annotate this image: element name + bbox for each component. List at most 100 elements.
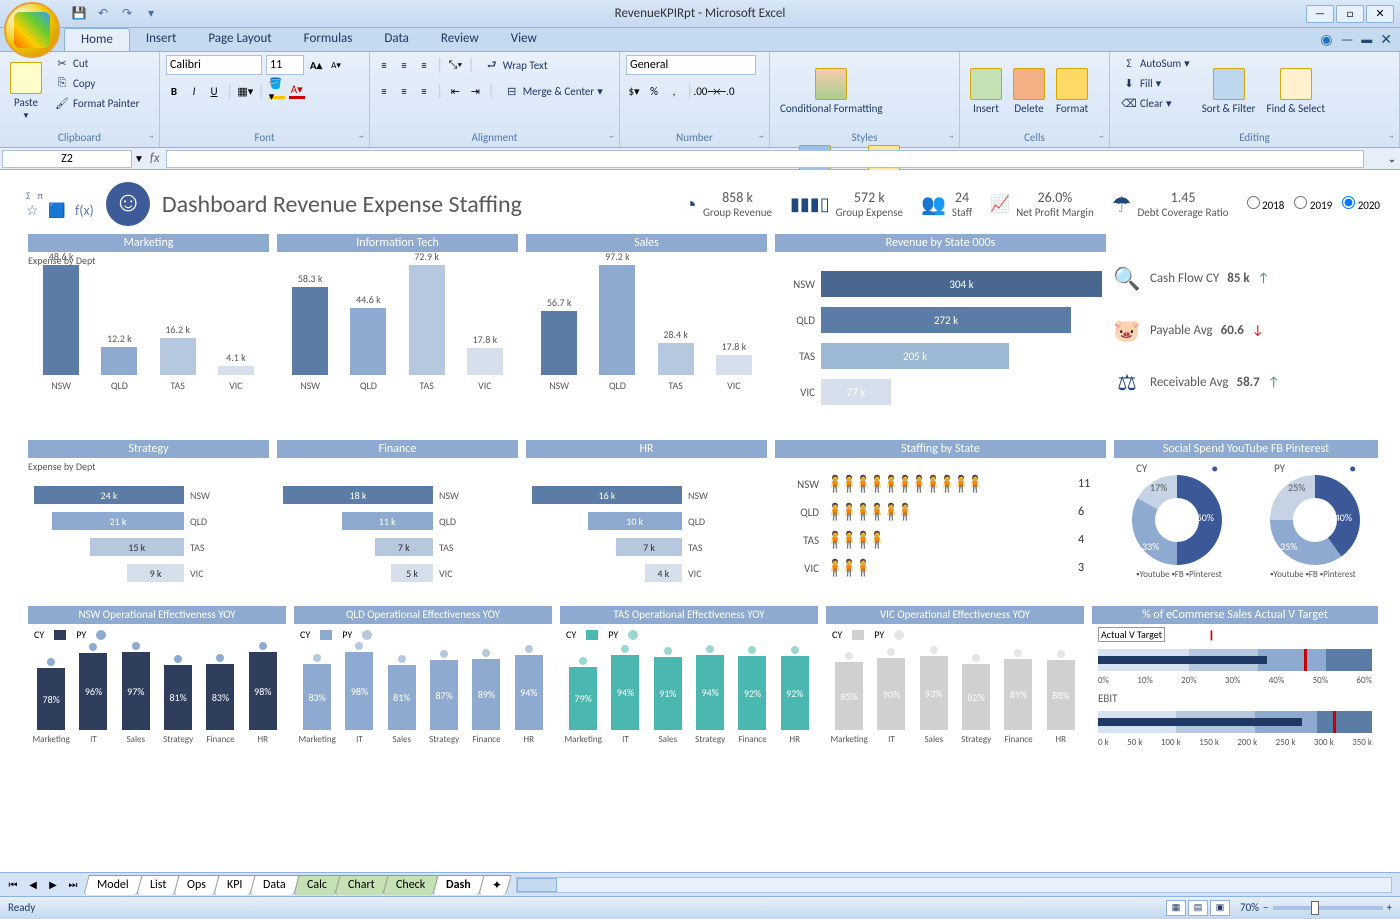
align-left-icon[interactable]: ≡ (376, 83, 392, 99)
orientation-icon[interactable]: ⤡▾ (447, 57, 463, 73)
align-right-icon[interactable]: ≡ (416, 83, 432, 99)
formula-input[interactable] (166, 150, 1364, 168)
horizontal-scrollbar[interactable] (516, 877, 1392, 893)
office-button[interactable] (4, 2, 60, 58)
increase-indent-icon[interactable]: ⇥ (467, 83, 483, 99)
tab-formulas[interactable]: Formulas (288, 28, 369, 51)
decrease-indent-icon[interactable]: ⇤ (447, 83, 463, 99)
tab-pagelayout[interactable]: Page Layout (192, 28, 287, 51)
currency-icon[interactable]: $▾ (626, 83, 642, 99)
paste-button[interactable]: Paste▼ (6, 54, 46, 128)
maximize-button[interactable]: □ (1336, 5, 1364, 23)
merge-center-button[interactable]: ⊟Merge & Center ▾ (499, 82, 608, 100)
chart-sales: Sales 56.7 k NSW 97.2 k QLD 28.4 k TAS 1… (524, 234, 769, 434)
bar: 98% IT (340, 652, 378, 745)
bar: 89% Finance (467, 659, 505, 745)
font-name-combo[interactable] (166, 55, 262, 75)
cut-button[interactable]: ✂Cut (49, 54, 144, 72)
worksheet-area[interactable]: Σ π☆ 🟦 f(x) Dashboard Revenue Expense St… (0, 170, 1400, 872)
increase-decimal-icon[interactable]: .00→ (697, 83, 713, 99)
sheet-tab-dash[interactable]: Dash (432, 875, 484, 895)
increase-font-icon[interactable]: A▴ (308, 57, 324, 73)
name-box[interactable] (2, 150, 132, 168)
find-select-button[interactable]: Find & Select (1263, 54, 1329, 128)
align-bottom-icon[interactable]: ≡ (416, 57, 432, 73)
qat-dropdown-icon[interactable]: ▾ (142, 5, 160, 23)
undo-icon[interactable]: ↶ (94, 5, 112, 23)
copy-button[interactable]: ⎘Copy (49, 74, 144, 92)
chart-staffing: Staffing by State NSW 🧍🧍🧍🧍🧍🧍🧍🧍🧍🧍🧍 11 QLD… (773, 440, 1108, 600)
fill-color-icon[interactable]: 🪣▾ (269, 83, 285, 99)
formula-expand-icon[interactable]: ⌄ (1384, 152, 1400, 165)
decrease-decimal-icon[interactable]: ←.0 (717, 83, 733, 99)
person-icon: 🧍 (853, 558, 867, 578)
fill-button[interactable]: ⬇Fill ▾ (1116, 74, 1195, 92)
sort-filter-button[interactable]: Sort & Filter (1198, 54, 1260, 128)
sheet-tab-data[interactable]: Data (250, 875, 300, 895)
autosum-button[interactable]: ΣAutoSum ▾ (1116, 54, 1195, 72)
tab-data[interactable]: Data (368, 28, 425, 51)
zoom-out-button[interactable]: − (1263, 901, 1268, 914)
redo-icon[interactable]: ↷ (118, 5, 136, 23)
bold-button[interactable]: B (166, 83, 182, 99)
align-top-icon[interactable]: ≡ (376, 57, 392, 73)
format-painter-button[interactable]: 🖌Format Painter (49, 94, 144, 112)
help-icon[interactable]: ◉ —▬✕ (1320, 28, 1392, 51)
zoom-level[interactable]: 70% (1240, 901, 1259, 914)
sheet-tab-model[interactable]: Model (83, 875, 142, 895)
sheet-nav-first[interactable]: ⏮ (4, 877, 22, 893)
format-cells-button[interactable]: Format (1052, 54, 1092, 128)
kpi-debt: ☂1.45Debt Coverage Ratio (1112, 189, 1229, 219)
percent-icon[interactable]: % (646, 83, 662, 99)
year-radio-2020[interactable]: 2020 (1342, 196, 1380, 212)
align-center-icon[interactable]: ≡ (396, 83, 412, 99)
italic-button[interactable]: I (186, 83, 202, 99)
bar: NSW 304 k (779, 266, 1102, 302)
border-icon[interactable]: ▦▾ (237, 83, 253, 99)
minimize-button[interactable]: — (1306, 5, 1334, 23)
number-format-combo[interactable] (626, 55, 756, 75)
decrease-font-icon[interactable]: A▾ (328, 57, 344, 73)
save-icon[interactable]: 💾 (70, 5, 88, 23)
view-page-break-button[interactable]: ▣ (1210, 900, 1230, 916)
sheet-nav-next[interactable]: ▶ (44, 877, 62, 893)
bar: 89% Finance (999, 659, 1037, 745)
sheet-nav-prev[interactable]: ◀ (24, 877, 42, 893)
tab-view[interactable]: View (495, 28, 553, 51)
clear-button[interactable]: ⌫Clear ▾ (1116, 94, 1195, 112)
namebox-dropdown-icon[interactable]: ▼ (134, 152, 144, 165)
insert-cells-button[interactable]: Insert (966, 54, 1006, 128)
sheet-nav-last[interactable]: ⏭ (64, 877, 82, 893)
person-icon: 🧍 (965, 474, 979, 494)
delete-cells-button[interactable]: Delete (1009, 54, 1049, 128)
sheet-tab-ops[interactable]: Ops (173, 875, 219, 895)
align-middle-icon[interactable]: ≡ (396, 57, 412, 73)
tab-home[interactable]: Home (64, 28, 130, 51)
font-size-combo[interactable] (266, 55, 304, 75)
person-icon: 🧍 (839, 530, 853, 550)
sheet-tab-chart[interactable]: Chart (334, 875, 388, 895)
underline-button[interactable]: U (206, 83, 222, 99)
conditional-formatting-button[interactable]: Conditional Formatting (776, 54, 887, 128)
comma-icon[interactable]: , (666, 83, 682, 99)
view-normal-button[interactable]: ▦ (1166, 900, 1186, 916)
zoom-in-button[interactable]: + (1387, 901, 1392, 914)
close-button[interactable]: ✕ (1366, 5, 1394, 23)
scale-icon: ⚖ (1112, 367, 1142, 397)
tab-review[interactable]: Review (425, 28, 495, 51)
bar: 97% Sales (117, 652, 155, 745)
wrap-text-button[interactable]: ⮐Wrap Text (479, 56, 553, 74)
sheet-tab-calc[interactable]: Calc (293, 875, 340, 895)
year-radio-2018[interactable]: 2018 (1247, 196, 1285, 212)
sheet-tab-check[interactable]: Check (382, 875, 439, 895)
person-icon: 🧍 (937, 474, 951, 494)
zoom-slider[interactable] (1273, 906, 1383, 910)
fx-icon[interactable]: fx (144, 151, 166, 166)
tab-insert[interactable]: Insert (130, 28, 193, 51)
formula-bar: ▼ fx ⌄ (0, 148, 1400, 170)
bar: 16 k NSW (532, 482, 761, 508)
year-radio-2019[interactable]: 2019 (1294, 196, 1332, 212)
view-page-layout-button[interactable]: ▤ (1188, 900, 1208, 916)
new-sheet-button[interactable]: ✦ (478, 875, 511, 895)
font-color-icon[interactable]: A▾ (289, 83, 305, 99)
